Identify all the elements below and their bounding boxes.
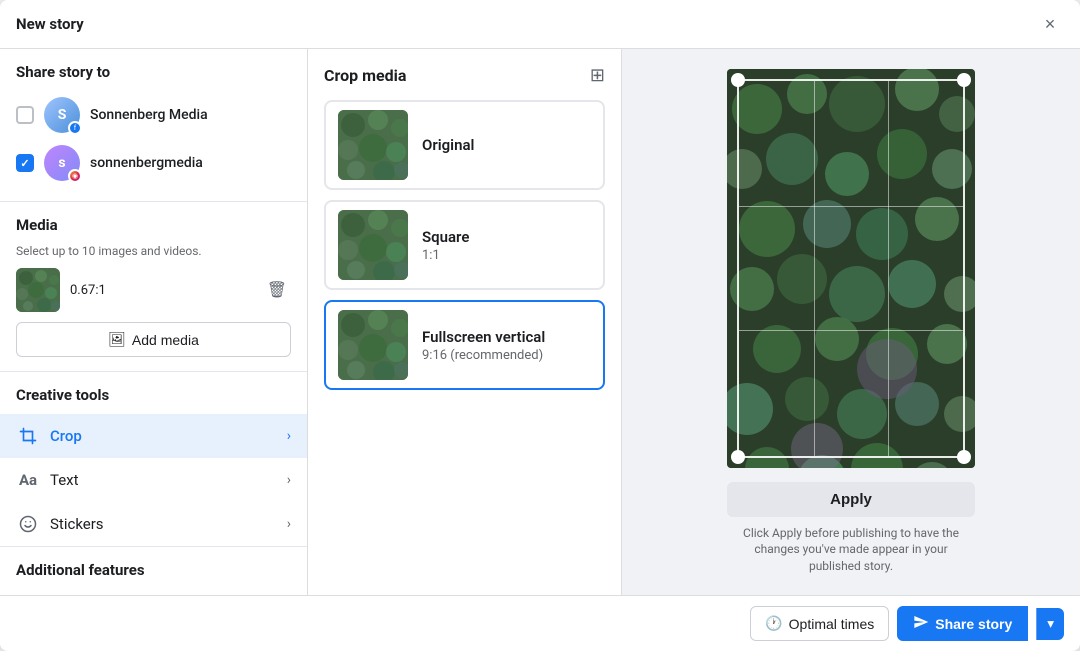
crop-info-fullscreen: Fullscreen vertical 9:16 (recommended) (422, 328, 545, 363)
media-thumbnail (16, 268, 60, 312)
text-label: Text (50, 471, 277, 489)
apply-button[interactable]: Apply (727, 482, 975, 517)
chevron-down-icon: ▾ (1047, 616, 1054, 631)
account-item-facebook: S f Sonnenberg Media (16, 91, 291, 139)
text-icon: Aa (16, 468, 40, 492)
middle-panel: Crop media ⊞ (308, 49, 622, 595)
new-story-modal: New story × Share story to S f Sonnenber… (0, 0, 1080, 651)
media-ratio: 0.67:1 (70, 283, 253, 298)
stickers-chevron: › (287, 516, 291, 532)
additional-features-section: Additional features (0, 546, 307, 593)
modal-body: Share story to S f Sonnenberg Media s ◉ (0, 49, 1080, 595)
messenger-icon (913, 614, 929, 633)
account-item-instagram: s ◉ sonnenbergmedia (16, 139, 291, 187)
share-story-button[interactable]: Share story (897, 606, 1028, 641)
media-preview-row: 0.67:1 🗑 (16, 268, 291, 312)
sticker-icon (16, 512, 40, 536)
crop-media-title: Crop media (324, 66, 406, 85)
delete-media-button[interactable]: 🗑 (263, 276, 291, 304)
facebook-badge: f (68, 121, 82, 135)
preview-container (727, 69, 975, 468)
crop-thumb-fullscreen-svg (338, 310, 408, 380)
instagram-badge: ◉ (68, 169, 82, 183)
tool-item-crop[interactable]: Crop › (0, 414, 307, 458)
left-panel: Share story to S f Sonnenberg Media s ◉ (0, 49, 308, 595)
add-media-icon: 🖼 (108, 331, 126, 348)
account-name-facebook: Sonnenberg Media (90, 107, 208, 123)
add-media-button[interactable]: 🖼 Add media (16, 322, 291, 357)
crop-icon (16, 424, 40, 448)
media-thumb-svg (16, 268, 60, 312)
crop-thumb-square (338, 210, 408, 280)
modal-header: New story × (0, 0, 1080, 49)
apply-note: Click Apply before publishing to have th… (727, 525, 975, 575)
clock-icon: 🕐 (765, 615, 782, 632)
crop-info-original: Original (422, 136, 474, 154)
close-button[interactable]: × (1036, 10, 1064, 38)
crop-option-original[interactable]: Original (324, 100, 605, 190)
crop-chevron: › (287, 428, 291, 444)
crop-name-square: Square (422, 228, 469, 246)
share-story-label: Share story (935, 616, 1012, 632)
optimal-times-button[interactable]: 🕐 Optimal times (750, 606, 889, 641)
crop-thumb-original-svg (338, 110, 408, 180)
right-panel: Apply Click Apply before publishing to h… (622, 49, 1080, 595)
crop-thumb-original (338, 110, 408, 180)
share-story-to-title: Share story to (16, 63, 291, 81)
avatar-facebook: S f (44, 97, 80, 133)
crop-ratio-square: 1:1 (422, 248, 469, 263)
crop-thumb-square-svg (338, 210, 408, 280)
avatar-instagram: s ◉ (44, 145, 80, 181)
add-media-label: Add media (132, 332, 199, 348)
crop-media-header: Crop media ⊞ (324, 65, 605, 86)
crop-ratio-fullscreen: 9:16 (recommended) (422, 348, 545, 363)
crop-name-fullscreen: Fullscreen vertical (422, 328, 545, 346)
optimal-times-label: Optimal times (789, 616, 875, 632)
modal-footer: 🕐 Optimal times Share story ▾ (0, 595, 1080, 651)
share-story-dropdown-button[interactable]: ▾ (1036, 608, 1064, 640)
stickers-label: Stickers (50, 515, 277, 533)
media-subtitle: Select up to 10 images and videos. (16, 244, 291, 258)
media-section: Media Select up to 10 images and videos. (0, 202, 307, 372)
creative-tools-title: Creative tools (0, 386, 307, 414)
text-chevron: › (287, 472, 291, 488)
tool-item-text[interactable]: Aa Text › (0, 458, 307, 502)
crop-info-square: Square 1:1 (422, 228, 469, 263)
share-story-to-section: Share story to S f Sonnenberg Media s ◉ (0, 49, 307, 202)
send-icon-svg (913, 614, 929, 630)
account-name-instagram: sonnenbergmedia (90, 155, 203, 171)
media-title: Media (16, 216, 291, 234)
account-checkbox-instagram[interactable] (16, 154, 34, 172)
modal-title: New story (16, 15, 84, 33)
crop-name-original: Original (422, 136, 474, 154)
preview-image-svg (727, 69, 975, 468)
tool-item-stickers[interactable]: Stickers › (0, 502, 307, 546)
crop-option-fullscreen[interactable]: Fullscreen vertical 9:16 (recommended) (324, 300, 605, 390)
split-view-icon[interactable]: ⊞ (590, 65, 605, 86)
preview-image (727, 69, 975, 468)
additional-features-title: Additional features (16, 561, 291, 579)
crop-thumb-fullscreen (338, 310, 408, 380)
crop-label: Crop (50, 427, 277, 445)
account-checkbox-facebook[interactable] (16, 106, 34, 124)
creative-tools-section: Creative tools Crop › Aa Text (0, 372, 307, 546)
crop-option-square[interactable]: Square 1:1 (324, 200, 605, 290)
